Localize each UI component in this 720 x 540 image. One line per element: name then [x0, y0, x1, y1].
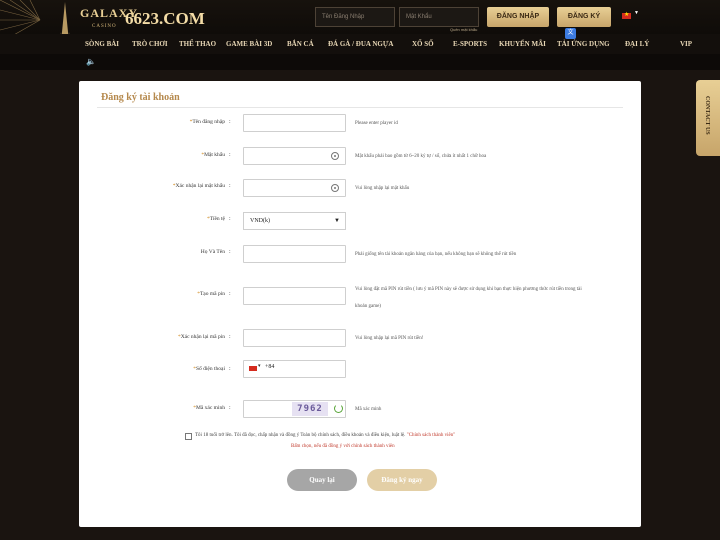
- password-label: *Mật khẩu: [201, 152, 225, 158]
- caret-down-icon: ▼: [334, 218, 340, 224]
- refresh-icon[interactable]: [334, 404, 343, 413]
- confirm-password-hint: Vui lòng nhập lại mật khẩu: [355, 186, 410, 191]
- nav-item-agent[interactable]: ĐẠI LÝ: [625, 40, 649, 48]
- terms-checkbox[interactable]: [185, 433, 192, 440]
- captcha-field[interactable]: 7962: [243, 400, 346, 418]
- nav-item-promotions[interactable]: KHUYẾN MÃI: [499, 40, 546, 48]
- nav-item-casino[interactable]: SÒNG BÀI: [85, 40, 119, 48]
- speaker-icon: 🔈: [86, 57, 96, 66]
- captcha-hint: Mã xác minh: [355, 407, 382, 412]
- create-pin-field[interactable]: [243, 287, 346, 305]
- create-pin-hint: Vui lòng đặt mã PIN rút tiền ( lưu ý mã …: [355, 287, 582, 309]
- forgot-password-link[interactable]: Quên mật khẩu: [450, 27, 477, 32]
- captcha-image: 7962: [292, 402, 328, 416]
- main-nav: SÒNG BÀI TRÒ CHƠI THỂ THAO GAME BÀI 3D B…: [0, 34, 720, 54]
- nav-item-download-app[interactable]: TẢI ỨNG DỤNG: [557, 40, 610, 48]
- member-policy-link[interactable]: "Chính sách thành viên": [407, 433, 456, 438]
- terms-text: Tôi 18 tuổi trở lên. Tôi đã đọc, chấp nh…: [195, 433, 456, 438]
- chevron-down-icon[interactable]: ▼: [634, 11, 639, 16]
- top-header: GALAXY CASINO 6623.COM Tên Đăng Nhập Mật…: [0, 0, 720, 52]
- page-title: Đăng ký tài khoản: [101, 92, 180, 103]
- nav-item-games[interactable]: TRÒ CHƠI: [132, 40, 168, 48]
- brand-subtitle: CASINO: [92, 24, 117, 29]
- eye-icon[interactable]: [331, 184, 339, 192]
- confirm-password-label: *Xác nhận lại mật khẩu: [172, 183, 225, 189]
- divider: [97, 107, 623, 108]
- eye-icon[interactable]: [331, 152, 339, 160]
- back-button[interactable]: Quay lại: [287, 469, 357, 491]
- username-field[interactable]: [243, 114, 346, 132]
- vietnam-flag-icon[interactable]: [249, 366, 257, 371]
- registration-panel: Đăng ký tài khoản *Tên đăng nhập : Pleas…: [79, 81, 641, 527]
- username-hint: Please enter player id: [355, 121, 398, 126]
- contact-us-tab[interactable]: CONTACT US: [696, 80, 720, 156]
- password-hint: Mật khẩu phải bao gồm từ 6~20 ký tự / số…: [355, 154, 487, 159]
- username-login-input[interactable]: Tên Đăng Nhập: [315, 7, 395, 27]
- fullname-field[interactable]: [243, 245, 346, 263]
- announcement-bar: [0, 54, 720, 70]
- terms-warning: Bấm chọn, nếu đã đồng ý với chính sách t…: [291, 444, 395, 449]
- nav-item-3d-cards[interactable]: GAME BÀI 3D: [226, 40, 272, 48]
- create-pin-label: *Tạo mã pin: [197, 291, 225, 297]
- phone-field[interactable]: ▾ +84: [243, 360, 346, 378]
- password-field[interactable]: [243, 147, 346, 165]
- register-now-button[interactable]: Đăng ký ngay: [367, 469, 437, 491]
- register-header-button[interactable]: ĐĂNG KÝ: [557, 7, 611, 27]
- confirm-pin-field[interactable]: [243, 329, 346, 347]
- country-code: +84: [265, 364, 275, 370]
- nav-item-sports[interactable]: THỂ THAO: [179, 40, 216, 48]
- nav-item-esports[interactable]: E-SPORTS: [453, 40, 487, 48]
- nav-item-lottery[interactable]: XỔ SỐ: [412, 40, 434, 48]
- confirm-password-field[interactable]: [243, 179, 346, 197]
- translate-icon[interactable]: 文: [565, 28, 576, 39]
- password-login-input[interactable]: Mật Khẩu: [399, 7, 479, 27]
- captcha-label: *Mã xác minh: [193, 405, 225, 411]
- nav-item-fishing[interactable]: BẮN CÁ: [287, 40, 314, 48]
- login-button[interactable]: ĐĂNG NHẬP: [487, 7, 549, 27]
- vietnam-flag-icon[interactable]: ★: [622, 12, 631, 19]
- brand-domain: 6623.COM: [125, 9, 205, 28]
- currency-select[interactable]: VND(k) ▼: [243, 212, 346, 230]
- fullname-label: Họ Và Tên: [200, 249, 225, 255]
- caret-down-icon[interactable]: ▾: [258, 363, 261, 369]
- confirm-pin-label: *Xác nhận lại mã pin: [177, 334, 225, 340]
- username-label: *Tên đăng nhập: [189, 119, 225, 125]
- currency-label: *Tiền tệ: [207, 216, 225, 222]
- confirm-pin-hint: Vui lòng nhập lại mã PIN rút tiền!: [355, 336, 424, 341]
- phone-label: *Số điện thoại: [193, 366, 225, 372]
- nav-item-cockfight-racing[interactable]: ĐÁ GÀ / ĐUA NGỰA: [328, 40, 393, 48]
- fullname-hint: Phải giống tên tài khoản ngân hàng của b…: [355, 252, 517, 257]
- nav-item-vip[interactable]: VIP: [680, 40, 692, 48]
